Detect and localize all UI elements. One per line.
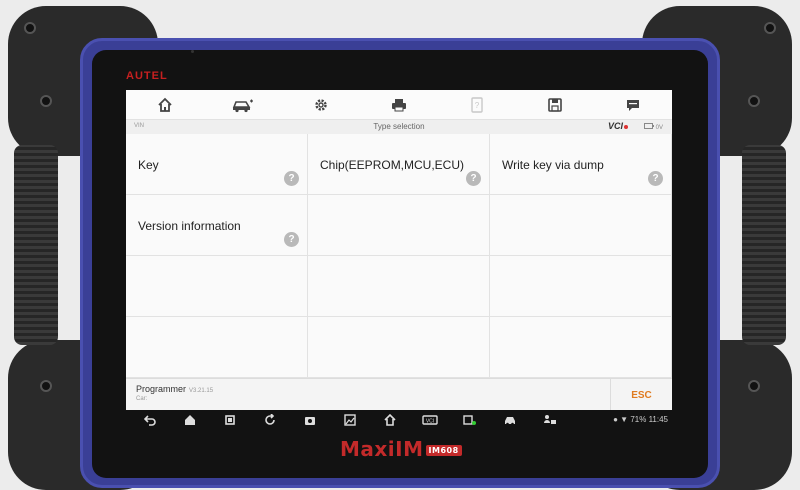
home-icon[interactable] — [170, 414, 210, 429]
device-grip-right — [742, 145, 786, 345]
page-title: Type selection — [373, 122, 425, 131]
wifi-icon: ● ▼ — [613, 415, 629, 424]
screw-icon — [748, 95, 760, 107]
esc-button[interactable]: ESC — [610, 379, 672, 410]
image-icon[interactable] — [330, 413, 370, 429]
system-status: ● ▼ 71% 11:45 — [613, 415, 668, 424]
help-icon[interactable]: ? — [466, 171, 481, 186]
menu-item-write-key-via-dump[interactable]: Write key via dump ? — [490, 134, 672, 195]
app-name: Programmer — [136, 384, 187, 394]
menu-item-label: Version information — [138, 219, 241, 233]
menu-item-label: Chip(EEPROM,MCU,ECU) — [320, 158, 465, 172]
empty-cell — [126, 256, 308, 317]
app-version: V3.21.15 — [189, 388, 214, 394]
model-name: MaxiIM — [340, 437, 424, 461]
back-icon[interactable] — [130, 414, 170, 429]
voltage-value: 0V — [655, 125, 664, 131]
status-line: VIN Type selection VCI 0V — [126, 120, 672, 134]
vci-icon[interactable]: VCI — [410, 414, 450, 429]
help-icon[interactable]: ? — [284, 232, 299, 247]
menu-item-chip[interactable]: Chip(EEPROM,MCU,ECU) ? — [308, 134, 490, 195]
screw-icon — [24, 22, 36, 34]
system-nav-bar: VCI ● ▼ 71% 11:45 — [126, 410, 672, 432]
feedback-icon[interactable] — [622, 94, 644, 116]
empty-cell — [308, 317, 490, 378]
model-logo: MaxiIM IM608 — [340, 437, 462, 461]
app-info: Programmer V3.21.15 — [136, 384, 213, 394]
camera-icon — [191, 50, 194, 53]
brand-logo: AUTEL — [126, 70, 168, 82]
svg-text:VCI: VCI — [426, 418, 434, 424]
settings-icon[interactable] — [310, 94, 332, 116]
print-icon[interactable] — [388, 94, 410, 116]
home-icon[interactable] — [154, 94, 176, 116]
app-screen: ? VIN Type selection VCI 0V Key ? Chip(E… — [126, 90, 672, 410]
empty-cell — [308, 256, 490, 317]
empty-cell — [490, 256, 672, 317]
screenshot-icon[interactable] — [290, 414, 330, 429]
vci-indicator: VCI — [608, 121, 629, 131]
vehicle-icon[interactable] — [232, 94, 254, 116]
battery-voltage: 0V — [644, 123, 663, 131]
vehicle-connect-icon[interactable] — [450, 414, 490, 429]
battery-time: 71% 11:45 — [630, 415, 668, 424]
car-icon[interactable] — [490, 414, 530, 429]
maxiim-home-icon[interactable] — [370, 413, 410, 429]
screw-icon — [748, 380, 760, 392]
function-grid: Key ? Chip(EEPROM,MCU,ECU) ? Write key v… — [126, 134, 672, 378]
svg-text:?: ? — [475, 101, 480, 110]
help-icon[interactable]: ? — [648, 171, 663, 186]
menu-item-key[interactable]: Key ? — [126, 134, 308, 195]
model-badge: IM608 — [425, 445, 462, 456]
bottom-bar: Programmer V3.21.15 Car: ESC — [126, 378, 672, 410]
empty-cell — [490, 317, 672, 378]
recent-apps-icon[interactable] — [210, 414, 250, 429]
car-label: Car: — [136, 396, 148, 402]
top-toolbar: ? — [126, 90, 672, 120]
screw-icon — [40, 380, 52, 392]
screw-icon — [764, 22, 776, 34]
refresh-icon[interactable] — [250, 412, 290, 429]
menu-item-label: Key — [138, 158, 159, 172]
battery-icon — [644, 123, 654, 129]
device-grip-left — [14, 145, 58, 345]
menu-item-label: Write key via dump — [502, 158, 604, 172]
screw-icon — [40, 95, 52, 107]
vci-label: VCI — [608, 121, 624, 131]
vci-status-dot-icon — [624, 125, 629, 129]
empty-cell — [490, 195, 672, 256]
user-vehicle-icon[interactable] — [530, 414, 570, 429]
help-icon[interactable]: ? — [466, 94, 488, 116]
empty-cell — [308, 195, 490, 256]
help-icon[interactable]: ? — [284, 171, 299, 186]
empty-cell — [126, 317, 308, 378]
menu-item-version-information[interactable]: Version information ? — [126, 195, 308, 256]
save-icon[interactable] — [544, 94, 566, 116]
